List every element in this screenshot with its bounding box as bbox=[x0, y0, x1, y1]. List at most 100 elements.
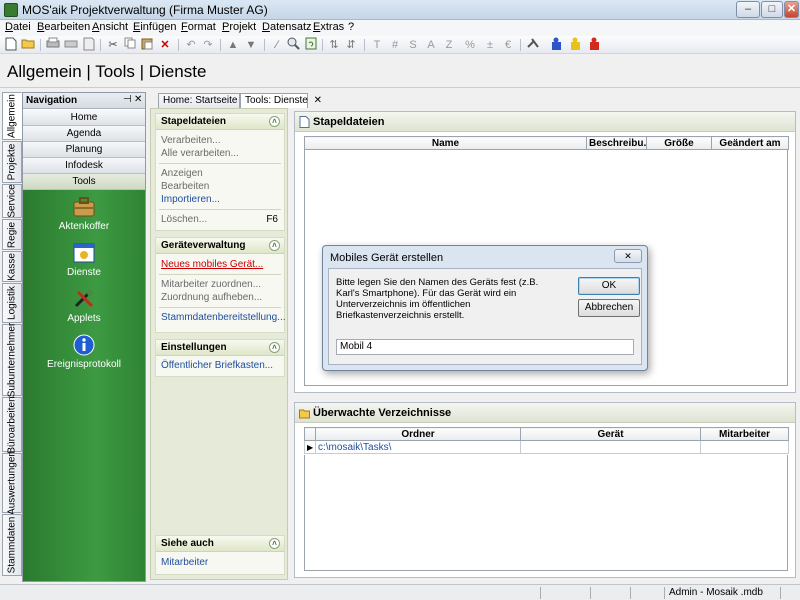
calc-icon[interactable]: ± bbox=[482, 37, 498, 53]
paste-icon[interactable] bbox=[139, 37, 155, 53]
cell-ordner[interactable]: c:\mosaik\Tasks\ bbox=[315, 440, 521, 454]
vtab-stammdaten[interactable]: Stammdaten bbox=[2, 514, 22, 576]
task-stammdatenbereitstellung[interactable]: Stammdatenbereitstellung... bbox=[156, 311, 286, 324]
menu-ansicht[interactable]: Ansicht bbox=[92, 21, 128, 33]
tab-home-startseite[interactable]: Home: Startseite bbox=[158, 93, 240, 108]
menu-extras[interactable]: Extras bbox=[313, 21, 344, 33]
vtab-bueroarbeiten[interactable]: Büroarbeiten bbox=[2, 396, 22, 453]
menu-help[interactable]: ? bbox=[348, 21, 354, 33]
verzeichnisse-list-area[interactable] bbox=[304, 455, 788, 571]
nav-button-planung[interactable]: Planung bbox=[23, 142, 145, 158]
arrow-up-icon[interactable]: ▲ bbox=[225, 37, 241, 53]
nav-button-tools[interactable]: Tools bbox=[23, 174, 145, 190]
column-header-groesse[interactable]: Größe bbox=[646, 136, 712, 150]
device-name-input[interactable]: Mobil 4 bbox=[336, 339, 634, 355]
undo-icon[interactable]: ↶ bbox=[183, 37, 199, 53]
currency-icon[interactable]: € bbox=[500, 37, 516, 53]
user-yellow-icon[interactable] bbox=[567, 37, 583, 53]
refresh-icon[interactable] bbox=[303, 37, 319, 53]
resize-grip-icon[interactable] bbox=[780, 587, 800, 599]
vtab-service[interactable]: Service bbox=[2, 184, 22, 218]
sort-descending-icon[interactable]: ⇵ bbox=[343, 37, 359, 53]
arrow-down-icon[interactable]: ▼ bbox=[243, 37, 259, 53]
task-oeffentlicher-briefkasten[interactable]: Öffentlicher Briefkasten... bbox=[156, 359, 284, 372]
task-section-header[interactable]: Stapeldateien ˄ bbox=[156, 114, 284, 130]
vtab-projekte[interactable]: Projekte bbox=[2, 141, 22, 183]
sort-ascending-icon[interactable]: ⇅ bbox=[326, 37, 342, 53]
menu-format[interactable]: Format bbox=[181, 21, 216, 33]
menu-datei[interactable]: Datei bbox=[5, 21, 31, 33]
task-alle-verarbeiten[interactable]: Alle verarbeiten... bbox=[156, 147, 284, 160]
pin-icon[interactable]: ⊣ bbox=[123, 94, 132, 105]
column-header-mitarbeiter[interactable]: Mitarbeiter bbox=[700, 427, 789, 441]
nav-item-ereignisprotokoll[interactable]: Ereignisprotokoll bbox=[23, 334, 145, 370]
page-preview-icon[interactable] bbox=[81, 37, 97, 53]
column-header-beschreibung[interactable]: Beschreibu... bbox=[586, 136, 647, 150]
menu-einfuegen[interactable]: Einfügen bbox=[133, 21, 176, 33]
new-document-icon[interactable] bbox=[3, 37, 19, 53]
task-section-header[interactable]: Geräteverwaltung ˄ bbox=[156, 238, 284, 254]
print-preview-icon[interactable] bbox=[63, 37, 79, 53]
collapse-icon[interactable]: ˄ bbox=[269, 538, 280, 549]
z-tool-icon[interactable]: Z bbox=[441, 37, 457, 53]
vtab-kasse[interactable]: Kasse bbox=[2, 251, 22, 282]
close-button[interactable]: ✕ bbox=[784, 1, 799, 18]
task-importieren[interactable]: Importieren... bbox=[156, 193, 284, 206]
delete-icon[interactable]: ✕ bbox=[157, 37, 173, 53]
column-header-ordner[interactable]: Ordner bbox=[315, 427, 521, 441]
find-icon[interactable] bbox=[285, 37, 301, 53]
cell-geraet[interactable] bbox=[520, 440, 701, 454]
vtab-logistik[interactable]: Logistik bbox=[2, 283, 22, 323]
cancel-button[interactable]: Abbrechen bbox=[578, 299, 640, 317]
table-row[interactable]: ▶ c:\mosaik\Tasks\ bbox=[304, 440, 789, 454]
text-tool-icon[interactable]: T bbox=[369, 37, 385, 53]
minimize-button[interactable]: – bbox=[736, 1, 760, 18]
cell-mitarbeiter[interactable] bbox=[700, 440, 789, 454]
task-mitarbeiter-zuordnen[interactable]: Mitarbeiter zuordnen... bbox=[156, 278, 284, 291]
tab-tools-dienste[interactable]: Tools: Dienste ✕ bbox=[240, 93, 322, 108]
number-tool-icon[interactable]: # bbox=[387, 37, 403, 53]
column-header-geraet[interactable]: Gerät bbox=[520, 427, 701, 441]
menu-bearbeiten[interactable]: Bearbeiten bbox=[37, 21, 90, 33]
close-icon[interactable]: ✕ bbox=[134, 94, 142, 105]
nav-item-dienste[interactable]: Dienste bbox=[23, 242, 145, 278]
ok-button[interactable]: OK bbox=[578, 277, 640, 295]
a-tool-icon[interactable]: A bbox=[423, 37, 439, 53]
copy-icon[interactable] bbox=[122, 37, 138, 53]
nav-item-applets[interactable]: Applets bbox=[23, 288, 145, 324]
user-blue-icon[interactable] bbox=[548, 37, 564, 53]
nav-button-infodesk[interactable]: Infodesk bbox=[23, 158, 145, 174]
tab-close-icon[interactable]: ✕ bbox=[314, 95, 322, 106]
task-zuordnung-aufheben[interactable]: Zuordnung aufheben... bbox=[156, 291, 284, 304]
task-bearbeiten[interactable]: Bearbeiten bbox=[156, 180, 284, 193]
task-loeschen[interactable]: Löschen... F6 bbox=[156, 213, 284, 226]
nav-item-aktenkoffer[interactable]: Aktenkoffer bbox=[23, 196, 145, 232]
open-folder-icon[interactable] bbox=[20, 37, 36, 53]
task-section-header[interactable]: Einstellungen ˄ bbox=[156, 340, 284, 356]
maximize-button[interactable]: □ bbox=[761, 1, 783, 18]
collapse-icon[interactable]: ˄ bbox=[269, 240, 280, 251]
task-mitarbeiter[interactable]: Mitarbeiter bbox=[156, 556, 284, 569]
task-section-header[interactable]: Siehe auch ˄ bbox=[156, 536, 284, 552]
collapse-icon[interactable]: ˄ bbox=[269, 342, 280, 353]
column-header-geaendert-am[interactable]: Geändert am bbox=[711, 136, 789, 150]
percent-icon[interactable]: % bbox=[462, 37, 478, 53]
task-verarbeiten[interactable]: Verarbeiten... bbox=[156, 134, 284, 147]
redo-icon[interactable]: ↷ bbox=[200, 37, 216, 53]
nav-button-home[interactable]: Home bbox=[23, 110, 145, 126]
menu-projekt[interactable]: Projekt bbox=[222, 21, 256, 33]
vtab-allgemein[interactable]: Allgemein bbox=[2, 92, 22, 140]
pen-icon[interactable]: ∕ bbox=[269, 37, 285, 53]
user-red-icon[interactable] bbox=[586, 37, 602, 53]
menu-datensatz[interactable]: Datensatz bbox=[262, 21, 312, 33]
vtab-subunternehmer[interactable]: Subunternehmer bbox=[2, 323, 22, 397]
cut-icon[interactable]: ✂ bbox=[105, 37, 121, 53]
tools-icon[interactable] bbox=[526, 37, 542, 53]
task-neues-mobiles-geraet[interactable]: Neues mobiles Gerät... bbox=[156, 258, 284, 271]
vtab-regie[interactable]: Regie bbox=[2, 219, 22, 250]
sum-tool-icon[interactable]: S bbox=[405, 37, 421, 53]
vtab-auswertungen[interactable]: Auswertungen bbox=[2, 451, 22, 515]
column-header-name[interactable]: Name bbox=[304, 136, 587, 150]
task-anzeigen[interactable]: Anzeigen bbox=[156, 167, 284, 180]
dialog-close-button[interactable]: ✕ bbox=[614, 249, 642, 263]
